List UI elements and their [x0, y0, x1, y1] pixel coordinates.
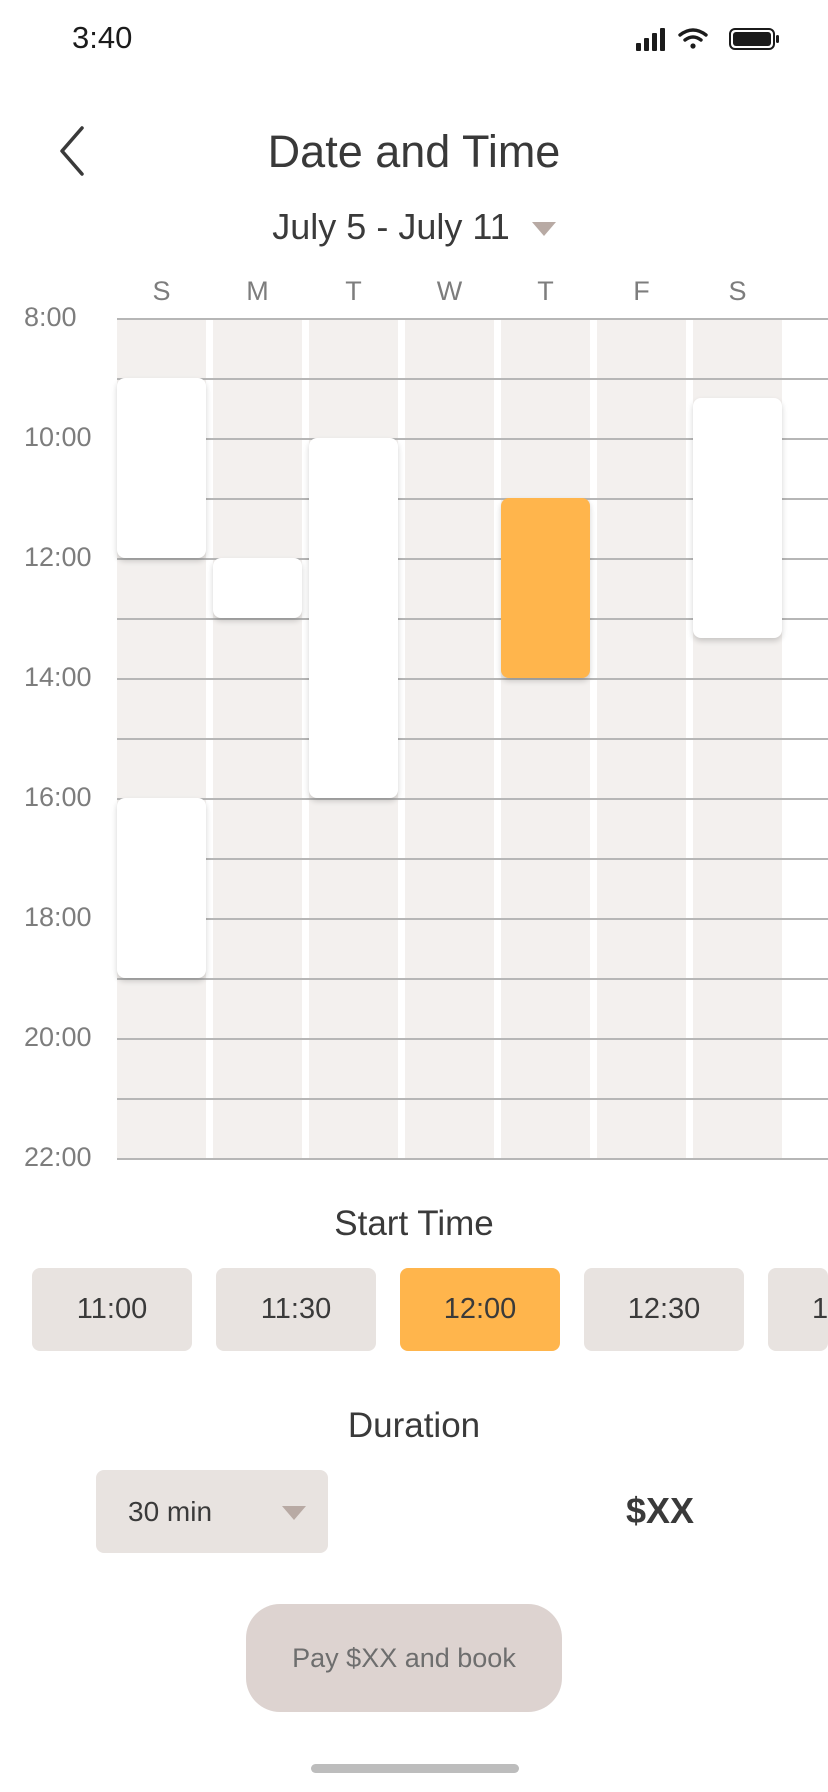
week-range-label: July 5 - July 11 [272, 206, 510, 247]
booked-slot [693, 397, 782, 638]
caret-down-icon [282, 1506, 306, 1520]
duration-value: 30 min [128, 1495, 213, 1527]
hour-label: 12:00 [24, 542, 92, 572]
pay-and-book-button[interactable]: Pay $XX and book [246, 1604, 562, 1712]
start-time-option[interactable]: 13:00 [768, 1268, 828, 1351]
start-time-option[interactable]: 11:30 [216, 1268, 376, 1351]
day-letter: S [728, 276, 747, 306]
duration-select[interactable]: 30 min [96, 1470, 328, 1553]
hour-grid-line [117, 798, 828, 800]
day-letter: M [246, 276, 269, 306]
day-letter: F [633, 276, 650, 306]
price-label: $XX [625, 1490, 695, 1531]
cellular-signal-icon [636, 28, 665, 51]
calendar-grid[interactable] [117, 318, 828, 1160]
start-time-option[interactable]: 12:30 [584, 1268, 744, 1351]
hour-label: 22:00 [24, 1142, 92, 1172]
hour-grid-line [117, 318, 828, 320]
booked-slot [213, 558, 302, 618]
hour-grid-line [117, 378, 828, 380]
hour-label: 14:00 [24, 662, 92, 692]
week-selector[interactable]: July 5 - July 11 [0, 206, 828, 248]
hour-grid-line [117, 1038, 828, 1040]
booked-slot [117, 378, 206, 558]
start-time-title: Start Time [334, 1204, 494, 1243]
hour-grid-line [117, 678, 828, 680]
hour-grid-line [117, 1098, 828, 1100]
status-icons [634, 24, 784, 54]
battery-icon [729, 28, 779, 50]
home-indicator [311, 1764, 519, 1773]
day-letter: T [345, 276, 362, 306]
hour-grid-line [117, 978, 828, 980]
hour-label: 8:00 [24, 302, 77, 332]
hour-label: 18:00 [24, 902, 92, 932]
caret-down-icon [531, 222, 556, 236]
day-letter: W [436, 276, 463, 306]
hour-label: 16:00 [24, 782, 92, 812]
hour-label: 20:00 [24, 1022, 92, 1052]
start-time-option[interactable]: 12:00 [400, 1268, 560, 1351]
day-letter: S [152, 276, 171, 306]
hour-grid-line [117, 738, 828, 740]
duration-title: Duration [347, 1406, 481, 1445]
hour-grid-line [117, 858, 828, 860]
selected-slot[interactable] [501, 498, 590, 678]
booked-slot [117, 798, 206, 978]
hour-grid-line [117, 918, 828, 920]
hour-label: 10:00 [24, 422, 92, 452]
booked-slot [309, 438, 398, 798]
status-time: 3:40 [72, 20, 133, 55]
page-title: Date and Time [267, 126, 561, 177]
day-letter: T [537, 276, 554, 306]
start-time-option[interactable]: 11:00 [32, 1268, 192, 1351]
wifi-icon [678, 28, 708, 49]
hour-grid-line [117, 1158, 828, 1160]
